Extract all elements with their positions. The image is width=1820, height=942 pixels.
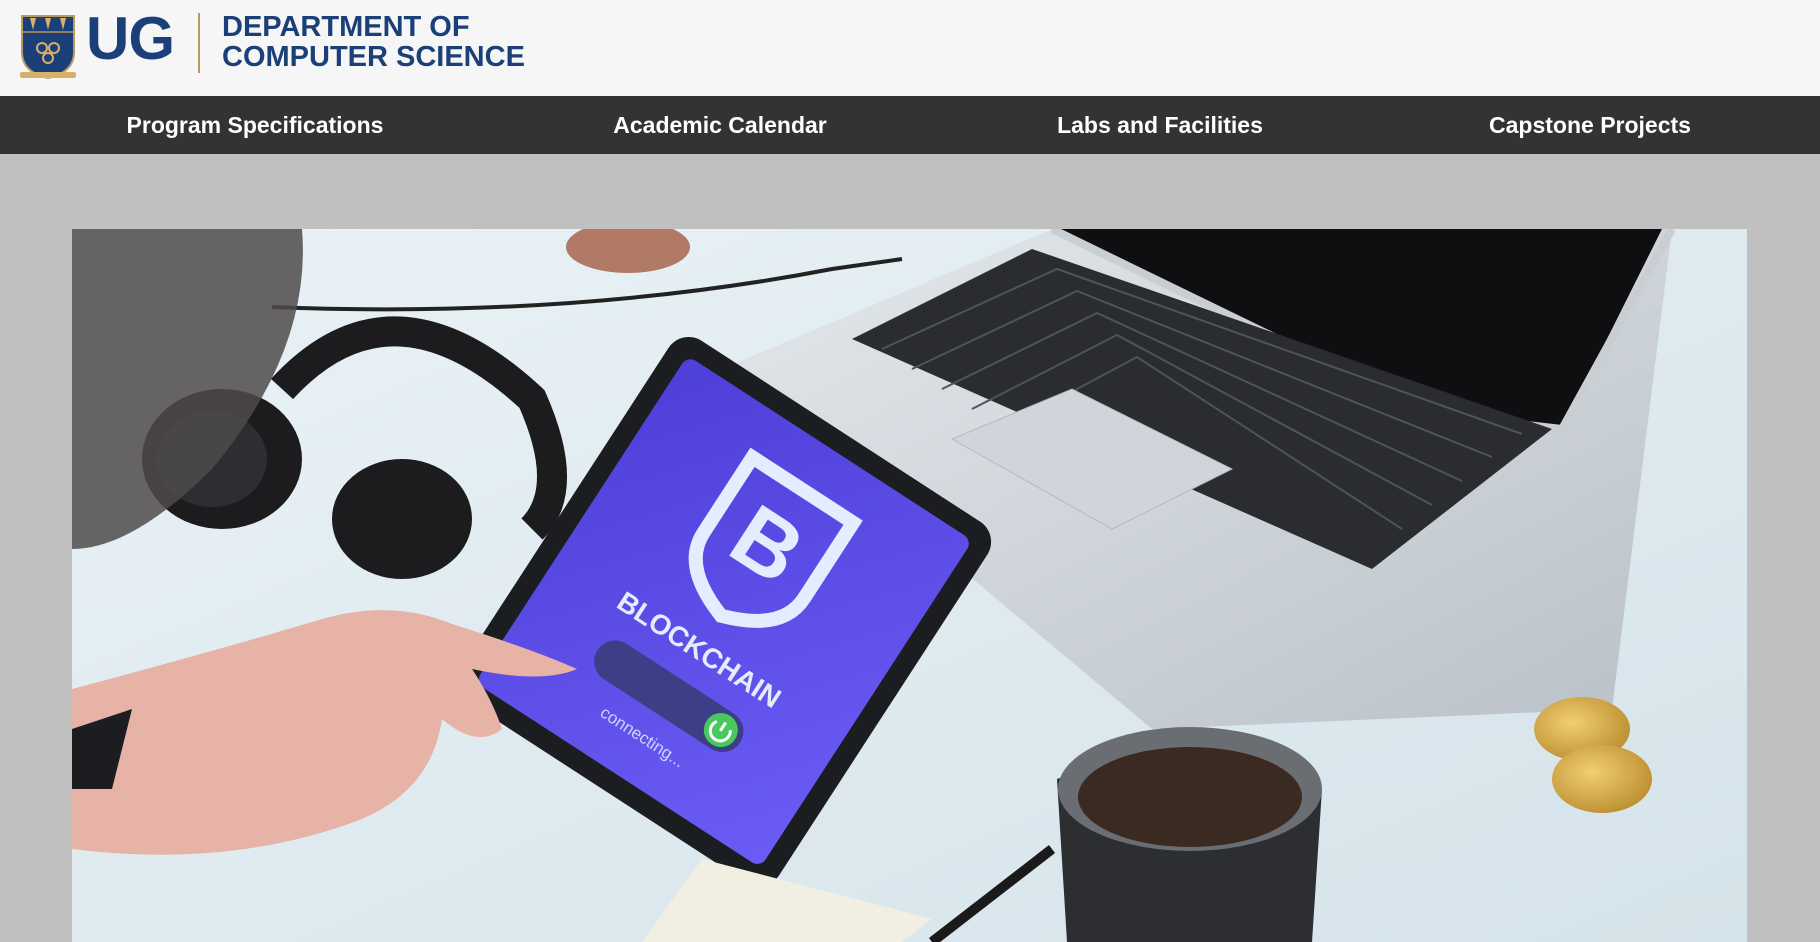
nav-item-academic-calendar[interactable]: Academic Calendar — [580, 96, 860, 154]
hero-banner-image: B BLOCKCHAIN connecting... — [72, 229, 1747, 942]
main-navigation: Program Specifications Academic Calendar… — [0, 96, 1820, 154]
nav-item-capstone-projects[interactable]: Capstone Projects — [1470, 96, 1710, 154]
university-crest-logo[interactable] — [18, 12, 78, 80]
logo-wordmark[interactable]: UG — [86, 4, 175, 74]
department-title-line2: COMPUTER SCIENCE — [222, 41, 525, 73]
department-title-line1: DEPARTMENT OF — [222, 11, 470, 43]
site-header: UG DEPARTMENT OF COMPUTER SCIENCE — [0, 0, 1820, 96]
nav-item-labs-and-facilities[interactable]: Labs and Facilities — [1030, 96, 1290, 154]
logo-divider — [198, 13, 200, 73]
hero-photo-blockchain-desk: B BLOCKCHAIN connecting... — [72, 229, 1747, 942]
nav-item-program-specifications[interactable]: Program Specifications — [105, 96, 405, 154]
